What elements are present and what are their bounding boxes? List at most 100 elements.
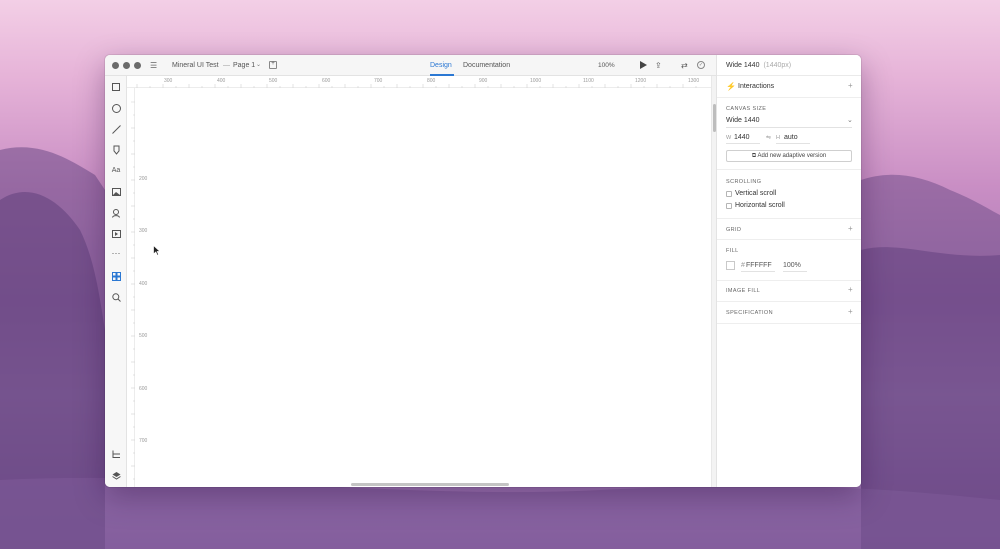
ellipse-tool-icon[interactable]	[110, 102, 122, 114]
divider	[717, 280, 861, 281]
mouse-cursor-icon	[153, 245, 161, 256]
add-image-fill-icon[interactable]: +	[848, 285, 853, 294]
maximize-window-button[interactable]	[134, 62, 141, 69]
divider	[717, 218, 861, 219]
divider	[741, 271, 775, 272]
component-tool-icon[interactable]	[110, 207, 122, 219]
divider	[717, 323, 861, 324]
ruler-label-top: 1100	[583, 78, 594, 84]
horizontal-scroll-label[interactable]: Horizontal scroll	[735, 202, 785, 209]
divider	[776, 143, 810, 144]
fill-heading: FILL	[726, 248, 739, 254]
add-page-icon[interactable]: +	[269, 61, 277, 69]
vertical-scroll-label[interactable]: Vertical scroll	[735, 190, 776, 197]
text-tool-icon[interactable]: Aa	[110, 165, 122, 177]
app-window: ☰ Mineral UI Test — Page 1 ⌄ + Design Do…	[105, 55, 861, 487]
vertical-scroll-checkbox[interactable]	[726, 191, 732, 197]
ruler-label-top: 1300	[688, 78, 700, 84]
play-icon[interactable]	[640, 61, 647, 69]
fill-hex-input[interactable]: FFFFFF	[746, 262, 772, 269]
image-fill-heading: IMAGE FILL	[726, 288, 761, 294]
pen-tool-icon[interactable]	[110, 144, 122, 156]
line-tool-icon[interactable]	[110, 123, 122, 135]
scrolling-heading: SCROLLING	[726, 179, 762, 185]
rectangle-tool-icon[interactable]	[110, 81, 122, 93]
divider	[717, 239, 861, 240]
width-label: W	[726, 135, 732, 141]
horizontal-scroll-checkbox[interactable]	[726, 203, 732, 209]
close-window-button[interactable]	[112, 62, 119, 69]
width-input[interactable]: 1440	[734, 134, 750, 141]
checkmark-icon[interactable]: ✓	[697, 61, 705, 69]
hex-hash: #	[741, 262, 745, 269]
more-tools-icon[interactable]: ···	[110, 249, 122, 261]
vertical-ruler	[127, 88, 135, 487]
title-separator: —	[223, 62, 230, 69]
design-canvas[interactable]: 300 400 500 600 700 800 900 1000 1100 12…	[127, 76, 711, 487]
ruler-label-top: 600	[322, 78, 331, 84]
add-adaptive-version-label: Add new adaptive version	[757, 153, 827, 159]
tab-documentation[interactable]: Documentation	[463, 55, 510, 76]
ruler-label-left: 700	[139, 438, 148, 444]
add-specification-icon[interactable]: +	[848, 307, 853, 316]
link-dimensions-icon[interactable]: ⇋	[766, 134, 771, 141]
height-label: H	[776, 135, 780, 141]
artboard-title[interactable]: Wide 1440	[726, 62, 759, 69]
fill-color-swatch[interactable]	[726, 261, 735, 270]
ruler-label-top: 1000	[530, 78, 542, 84]
ruler-label-top: 800	[427, 78, 436, 84]
artboard-size: (1440px)	[763, 62, 792, 69]
ruler-label-top: 400	[217, 78, 226, 84]
canvas-preset-select[interactable]: Wide 1440	[726, 117, 759, 124]
stack-layers-icon[interactable]	[110, 469, 122, 481]
ruler-ticks	[131, 101, 135, 480]
ruler-label-top: 900	[479, 78, 488, 84]
share-icon[interactable]: ⇪	[655, 55, 662, 76]
document-name[interactable]: Mineral UI Test	[172, 55, 219, 76]
assets-tool-icon[interactable]	[110, 270, 122, 282]
layers-tree-icon[interactable]	[110, 448, 122, 460]
ruler-label-left: 600	[139, 386, 148, 392]
mirror-devices-icon[interactable]: ⇄	[681, 55, 688, 76]
height-input[interactable]: auto	[784, 134, 798, 141]
zoom-level[interactable]: 100%	[598, 55, 615, 76]
ruler-label-left: 500	[139, 333, 148, 339]
chevron-down-icon[interactable]: ⌄	[847, 116, 853, 124]
hotspot-tool-icon[interactable]	[110, 228, 122, 240]
ruler-label-left: 300	[139, 228, 148, 234]
divider	[717, 97, 861, 98]
specification-heading: SPECIFICATION	[726, 310, 773, 316]
divider	[726, 127, 852, 128]
divider	[783, 271, 807, 272]
horizontal-scrollbar-thumb[interactable]	[351, 483, 509, 486]
ruler-label-left: 200	[139, 176, 148, 182]
canvas-size-heading: CANVAS SIZE	[726, 106, 767, 112]
lightning-icon: ⚡	[726, 82, 736, 91]
add-adaptive-version-button[interactable]: ⧉ Add new adaptive version	[726, 150, 852, 162]
image-tool-icon[interactable]	[110, 186, 122, 198]
fill-opacity-input[interactable]: 100%	[783, 262, 801, 269]
add-interaction-icon[interactable]: +	[848, 81, 853, 90]
ruler-ticks	[136, 84, 697, 88]
ruler-label-top: 300	[164, 78, 173, 84]
tools-toolbar: Aa ···	[105, 76, 127, 487]
search-icon[interactable]	[110, 291, 122, 303]
ruler-label-top: 500	[269, 78, 278, 84]
add-grid-icon[interactable]: +	[848, 224, 853, 233]
inspector-panel: Wide 1440 (1440px) ⚡ Interactions + CANVA…	[716, 55, 861, 487]
artboard-header: Wide 1440 (1440px)	[717, 55, 861, 76]
horizontal-ruler: 300 400 500 600 700 800 900 1000 1100 12…	[127, 76, 711, 88]
chevron-down-icon[interactable]: ⌄	[256, 55, 261, 76]
ruler-label-left: 400	[139, 281, 148, 287]
minimize-window-button[interactable]	[123, 62, 130, 69]
ruler-label-top: 1200	[635, 78, 647, 84]
interactions-label[interactable]: Interactions	[738, 83, 774, 90]
grid-heading: GRID	[726, 227, 742, 233]
divider	[726, 143, 760, 144]
divider	[717, 301, 861, 302]
divider	[717, 169, 861, 170]
tab-design[interactable]: Design	[430, 55, 452, 76]
hamburger-menu-icon[interactable]: ☰	[150, 55, 157, 76]
ruler-label-top: 700	[374, 78, 383, 84]
page-selector[interactable]: Page 1	[233, 55, 255, 76]
